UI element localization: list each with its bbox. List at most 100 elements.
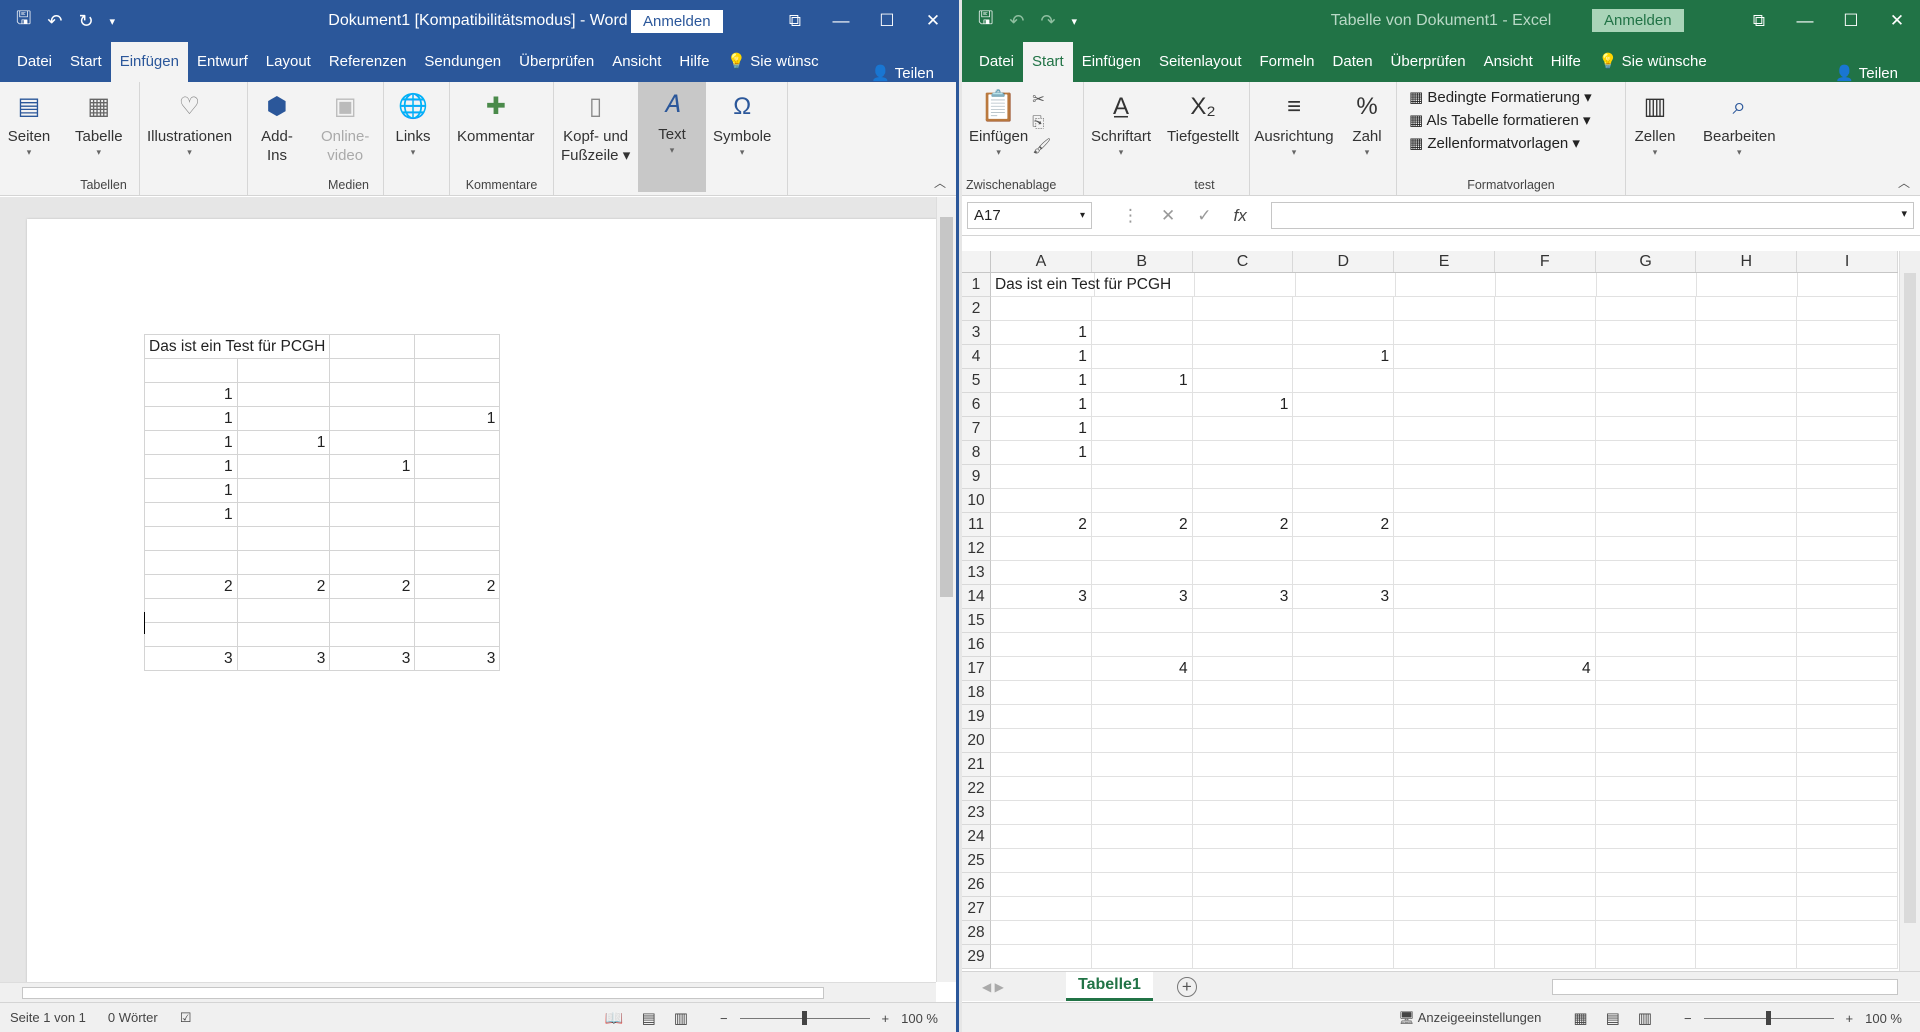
cell[interactable] bbox=[991, 897, 1092, 921]
cell[interactable] bbox=[1192, 705, 1294, 729]
cell[interactable] bbox=[1696, 393, 1798, 417]
cell[interactable] bbox=[1192, 561, 1294, 585]
cell[interactable] bbox=[1696, 705, 1798, 729]
scrollbar-thumb[interactable] bbox=[940, 217, 953, 597]
maximize-icon[interactable]: ☐ bbox=[864, 0, 910, 42]
cell[interactable] bbox=[1696, 777, 1798, 801]
cell[interactable] bbox=[1595, 705, 1697, 729]
table-cell[interactable] bbox=[236, 478, 331, 503]
cell[interactable] bbox=[1696, 945, 1798, 969]
cell[interactable] bbox=[1091, 753, 1193, 777]
tab-datei[interactable]: Datei bbox=[970, 42, 1023, 82]
subscript-button[interactable]: X₂ Tiefgestellt bbox=[1163, 84, 1243, 146]
table-cell[interactable] bbox=[414, 358, 501, 383]
comment-button[interactable]: ✚ Kommentar bbox=[453, 84, 539, 146]
cell[interactable] bbox=[1595, 825, 1697, 849]
undo-icon[interactable]: ↶ bbox=[1009, 11, 1024, 32]
cell[interactable] bbox=[1797, 609, 1898, 633]
format-as-table-button[interactable]: ▦ Als Tabelle formatieren ▾ bbox=[1409, 111, 1591, 129]
vertical-scrollbar[interactable] bbox=[1899, 251, 1920, 971]
row-header[interactable]: 28 bbox=[962, 921, 992, 945]
table-cell[interactable] bbox=[414, 502, 501, 527]
cell[interactable] bbox=[1696, 441, 1798, 465]
cell[interactable] bbox=[1797, 849, 1898, 873]
cell[interactable] bbox=[1293, 657, 1395, 681]
table-cell[interactable]: 3 bbox=[414, 646, 501, 671]
table-cell[interactable] bbox=[329, 550, 416, 575]
share-button[interactable]: 👤 Teilen bbox=[1835, 64, 1898, 83]
cell[interactable] bbox=[1494, 585, 1596, 609]
cell[interactable] bbox=[1192, 633, 1294, 657]
zoom-out-icon[interactable]: − bbox=[1684, 1011, 1692, 1026]
tab-referenzen[interactable]: Referenzen bbox=[320, 42, 416, 82]
cell[interactable] bbox=[1192, 729, 1294, 753]
read-mode-icon[interactable]: 📖 bbox=[605, 1009, 624, 1027]
tab-start[interactable]: Start bbox=[1023, 42, 1073, 82]
cell[interactable] bbox=[991, 825, 1092, 849]
add-sheet-icon[interactable]: + bbox=[1176, 976, 1197, 997]
cell[interactable] bbox=[1293, 825, 1395, 849]
cell[interactable] bbox=[1396, 273, 1497, 297]
table-cell[interactable]: 2 bbox=[329, 574, 416, 599]
cell[interactable] bbox=[1394, 945, 1495, 969]
table-cell[interactable] bbox=[329, 478, 416, 503]
column-header[interactable]: C bbox=[1193, 251, 1294, 272]
cell[interactable] bbox=[1797, 945, 1898, 969]
cell[interactable] bbox=[1595, 345, 1697, 369]
row-header[interactable]: 6 bbox=[962, 393, 992, 417]
cell[interactable] bbox=[1696, 825, 1798, 849]
cell[interactable] bbox=[991, 705, 1092, 729]
customize-qat-icon[interactable]: ▾ bbox=[1072, 15, 1078, 28]
save-icon[interactable]: 🖫 bbox=[16, 6, 31, 36]
cell[interactable] bbox=[1696, 585, 1798, 609]
cell[interactable] bbox=[1595, 369, 1697, 393]
cell[interactable] bbox=[1494, 489, 1596, 513]
cell[interactable] bbox=[1091, 681, 1193, 705]
excel-signin-button[interactable]: Anmelden bbox=[1592, 9, 1684, 32]
cell[interactable] bbox=[1696, 345, 1798, 369]
cell[interactable] bbox=[1091, 345, 1193, 369]
font-button[interactable]: A̲ Schriftart ▾ bbox=[1087, 84, 1155, 158]
cell[interactable] bbox=[991, 609, 1092, 633]
table-cell[interactable] bbox=[414, 598, 501, 623]
cell[interactable] bbox=[1797, 273, 1898, 297]
table-cell[interactable] bbox=[236, 406, 331, 431]
row-header[interactable]: 4 bbox=[962, 345, 992, 369]
cell[interactable] bbox=[1696, 633, 1798, 657]
cell-styles-button[interactable]: ▦ Zellenformatvorlagen ▾ bbox=[1409, 134, 1580, 152]
cell[interactable] bbox=[1595, 465, 1697, 489]
cell[interactable]: 1 bbox=[991, 321, 1092, 345]
pages-button[interactable]: ▤ Seiten ▾ bbox=[3, 84, 55, 158]
zoom-level[interactable]: 100 % bbox=[901, 1011, 938, 1026]
cell[interactable] bbox=[1192, 657, 1294, 681]
table-cell[interactable] bbox=[144, 550, 238, 575]
cell[interactable] bbox=[1696, 753, 1798, 777]
conditional-formatting-button[interactable]: ▦ Bedingte Formatierung ▾ bbox=[1409, 88, 1592, 106]
cell[interactable] bbox=[1192, 945, 1294, 969]
row-header[interactable]: 11 bbox=[962, 513, 992, 537]
redo-icon[interactable]: ↷ bbox=[1040, 11, 1055, 32]
cell[interactable] bbox=[1091, 537, 1193, 561]
column-header[interactable]: A bbox=[991, 251, 1092, 272]
cell[interactable] bbox=[1696, 849, 1798, 873]
tab-hilfe[interactable]: Hilfe bbox=[670, 42, 718, 82]
row-header[interactable]: 8 bbox=[962, 441, 992, 465]
cell[interactable] bbox=[1394, 609, 1495, 633]
cell[interactable] bbox=[1595, 513, 1697, 537]
cell[interactable] bbox=[1293, 849, 1395, 873]
redo-icon[interactable]: ↻ bbox=[78, 11, 93, 32]
table-cell[interactable] bbox=[236, 454, 331, 479]
cell[interactable] bbox=[1192, 873, 1294, 897]
cell[interactable] bbox=[1797, 321, 1898, 345]
cell[interactable] bbox=[1091, 729, 1193, 753]
table-cell[interactable]: 1 bbox=[144, 430, 238, 455]
cell[interactable] bbox=[1293, 369, 1395, 393]
tab-start[interactable]: Start bbox=[61, 42, 111, 82]
scrollbar-thumb[interactable] bbox=[1904, 273, 1916, 923]
page-break-icon[interactable]: ▥ bbox=[1638, 1009, 1652, 1027]
table-cell[interactable]: 3 bbox=[144, 646, 238, 671]
cell[interactable] bbox=[1394, 585, 1495, 609]
document-table[interactable]: Das ist ein Test für PCGH 1 1 1 1 1 1 1 1 1 2 2 2 2 3 3… bbox=[143, 334, 501, 671]
cell[interactable]: 1 bbox=[991, 441, 1092, 465]
cell[interactable] bbox=[991, 849, 1092, 873]
